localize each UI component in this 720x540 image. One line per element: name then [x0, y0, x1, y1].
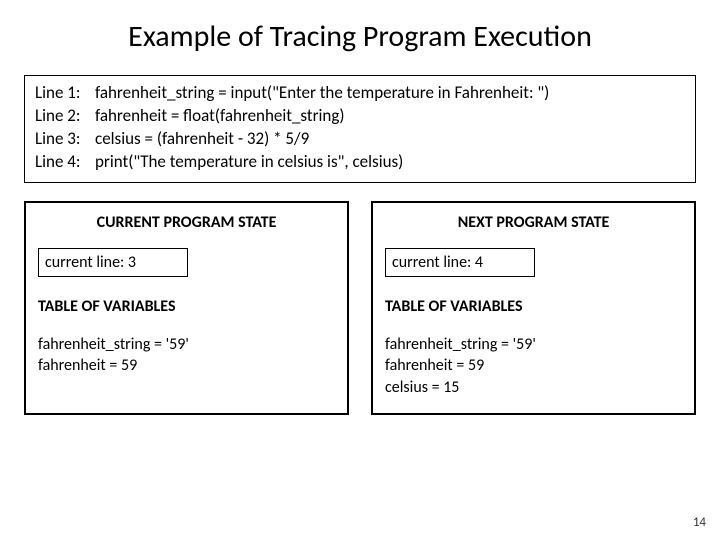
state-columns: CURRENT PROGRAM STATE current line: 3 TA…: [24, 201, 696, 415]
page-number: 14: [693, 515, 706, 530]
next-var-3: celsius = 15: [385, 377, 682, 399]
code-line-4: Line 4: print("The temperature in celsiu…: [35, 151, 685, 174]
current-state-box: CURRENT PROGRAM STATE current line: 3 TA…: [24, 201, 349, 415]
code-line-3: Line 3: celsius = (fahrenheit - 32) * 5/…: [35, 128, 685, 151]
line-label-3: Line 3:: [35, 128, 95, 151]
next-vartable-title: TABLE OF VARIABLES: [385, 297, 682, 316]
next-var-1: fahrenheit_string = '59': [385, 334, 682, 356]
code-text-3: celsius = (fahrenheit - 32) * 5/9: [95, 128, 685, 151]
next-state-box: NEXT PROGRAM STATE current line: 4 TABLE…: [371, 201, 696, 415]
current-vartable-title: TABLE OF VARIABLES: [38, 297, 335, 316]
current-variables: fahrenheit_string = '59' fahrenheit = 59: [38, 334, 335, 377]
code-text-1: fahrenheit_string = input("Enter the tem…: [95, 82, 685, 105]
code-line-1: Line 1: fahrenheit_string = input("Enter…: [35, 82, 685, 105]
page-title: Example of Tracing Program Execution: [0, 0, 720, 69]
next-variables: fahrenheit_string = '59' fahrenheit = 59…: [385, 334, 682, 399]
line-label-2: Line 2:: [35, 105, 95, 128]
current-var-2: fahrenheit = 59: [38, 355, 335, 377]
current-state-title: CURRENT PROGRAM STATE: [38, 213, 335, 232]
current-line-box: current line: 3: [38, 248, 188, 277]
code-listing-box: Line 1: fahrenheit_string = input("Enter…: [24, 75, 696, 183]
line-label-1: Line 1:: [35, 82, 95, 105]
code-text-2: fahrenheit = float(fahrenheit_string): [95, 105, 685, 128]
code-line-2: Line 2: fahrenheit = float(fahrenheit_st…: [35, 105, 685, 128]
next-var-2: fahrenheit = 59: [385, 355, 682, 377]
line-label-4: Line 4:: [35, 151, 95, 174]
code-text-4: print("The temperature in celsius is", c…: [95, 151, 685, 174]
current-var-1: fahrenheit_string = '59': [38, 334, 335, 356]
next-line-box: current line: 4: [385, 248, 535, 277]
next-state-title: NEXT PROGRAM STATE: [385, 213, 682, 232]
